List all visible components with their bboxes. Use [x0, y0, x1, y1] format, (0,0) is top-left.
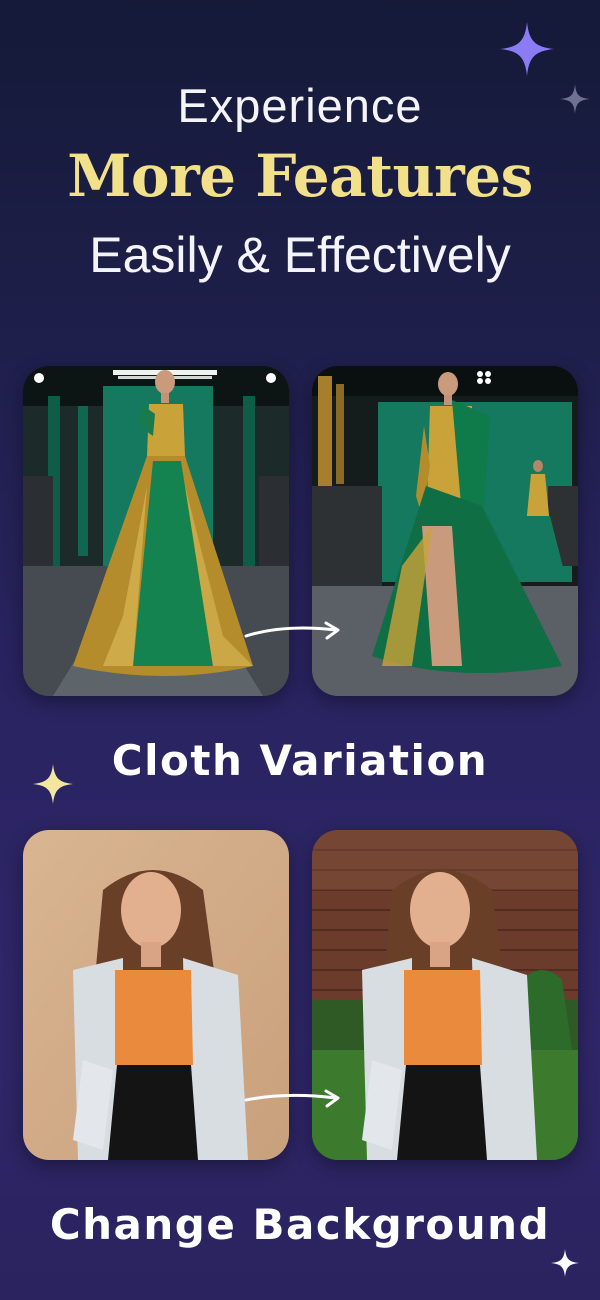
sparkle-white-icon [551, 1249, 579, 1277]
headline-easily-effectively: Easily & Effectively [89, 227, 511, 283]
woman-portrait-brick-garden-background-photo-icon [312, 830, 578, 1160]
curved-arrow-icon [244, 621, 340, 640]
sparkle-purple-icon [500, 22, 554, 76]
sparkle-grey-icon [560, 84, 590, 114]
curved-arrow-icon [244, 1089, 340, 1108]
cloth-after-image [312, 366, 578, 696]
background-after-image [312, 830, 578, 1160]
feature-title-cloth-variation: Cloth Variation [111, 736, 489, 785]
headline-experience: Experience [177, 79, 423, 132]
feature-title-change-background: Change Background [49, 1200, 551, 1249]
runway-model-feather-dress-photo-icon [312, 366, 578, 696]
headline-more-features: More Features [67, 142, 533, 210]
